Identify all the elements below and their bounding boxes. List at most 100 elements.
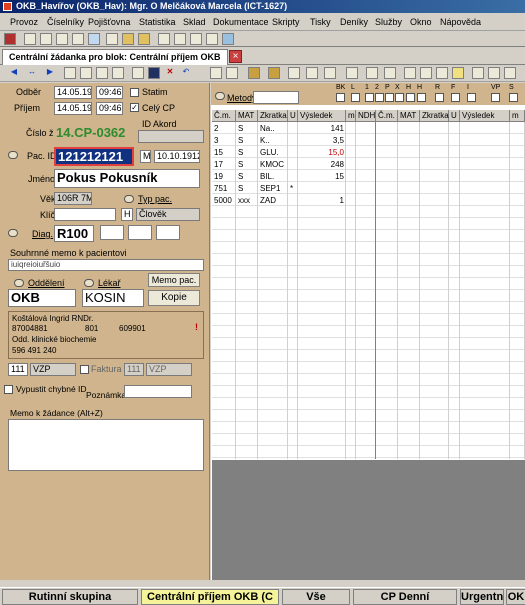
method-flag[interactable]: BK — [336, 84, 345, 91]
lock-icon[interactable] — [4, 33, 16, 45]
export-icon[interactable] — [206, 33, 218, 45]
edit-icon[interactable] — [80, 67, 92, 79]
report-icon[interactable] — [210, 67, 222, 79]
insurance-code-field[interactable]: 111 — [8, 363, 28, 376]
close-tab-button[interactable]: × — [229, 50, 242, 63]
celycp-checkbox[interactable]: ✓ — [130, 103, 139, 112]
menu-provoz[interactable]: Provoz — [10, 17, 38, 27]
copy-icon[interactable] — [96, 67, 108, 79]
method-flag-checkbox[interactable] — [435, 93, 444, 102]
arrow-both-icon[interactable]: ↔ — [26, 67, 38, 79]
search-icon[interactable] — [404, 67, 416, 79]
grid-header-cell[interactable]: Zkratka — [420, 110, 449, 122]
copy-button[interactable]: Kopie — [148, 290, 200, 306]
memo-patient-button[interactable]: Memo pac. — [148, 273, 200, 287]
tab-central-request[interactable]: Centrální žádanka pro blok: Centrální př… — [2, 49, 228, 65]
patient-id-field[interactable]: 121212121 — [54, 147, 134, 166]
list-edit-icon[interactable] — [324, 67, 336, 79]
list-icon[interactable] — [72, 33, 84, 45]
patient-name-field[interactable]: Pokus Pokusník — [54, 169, 200, 188]
stats-icon[interactable] — [226, 67, 238, 79]
doc-icon[interactable] — [174, 33, 186, 45]
method-flag-checkbox[interactable] — [467, 93, 476, 102]
chart-edit-icon[interactable] — [132, 67, 144, 79]
form-icon[interactable] — [56, 33, 68, 45]
new-record-icon[interactable] — [64, 67, 76, 79]
method-flag[interactable]: R — [435, 84, 440, 91]
method-flag[interactable]: I — [467, 84, 469, 91]
money-bag-icon[interactable] — [248, 67, 260, 79]
arrow-left-icon[interactable]: ◀ — [8, 67, 20, 79]
grid-header-cell[interactable]: MAT — [398, 110, 420, 122]
menu-sklad[interactable]: Sklad — [183, 17, 206, 27]
grid-header-cell[interactable]: m — [510, 110, 525, 122]
diagnosis-field[interactable]: R100 — [54, 225, 94, 242]
idakord-field[interactable] — [138, 130, 204, 143]
prijem-date-field[interactable]: 14.05.19 — [54, 102, 92, 115]
doctor-field[interactable]: KOSIN — [82, 289, 144, 307]
money-icon[interactable] — [122, 33, 134, 45]
arrow-right-icon[interactable]: ▶ — [44, 67, 56, 79]
grid-header-cell[interactable]: m — [346, 110, 356, 122]
sex-field[interactable]: M — [140, 150, 151, 163]
vypustit-checkbox[interactable] — [4, 385, 13, 394]
menu-ciselniky[interactable]: Číselníky — [47, 17, 84, 27]
print-icon[interactable] — [158, 33, 170, 45]
method-flag[interactable]: X — [395, 84, 400, 91]
menu-statistika[interactable]: Statistika — [139, 17, 176, 27]
key-field[interactable] — [54, 208, 116, 221]
method-flag[interactable]: H — [406, 84, 411, 91]
request-memo-field[interactable] — [8, 419, 204, 471]
undo-icon[interactable]: ↶ — [180, 67, 192, 79]
method-flag-checkbox[interactable] — [365, 93, 374, 102]
faktura-checkbox[interactable] — [80, 365, 89, 374]
sack-icon[interactable] — [268, 67, 280, 79]
docs-icon[interactable] — [488, 67, 500, 79]
status-all[interactable]: Vše — [282, 589, 350, 605]
method-flag[interactable]: L — [351, 84, 355, 91]
method-flag[interactable]: 2 — [375, 84, 379, 91]
birth-date-field[interactable]: 10.10.1912 — [154, 150, 200, 163]
calendar-icon[interactable] — [24, 33, 36, 45]
menu-dokumentace[interactable]: Dokumentace — [213, 17, 269, 27]
status-routine-group[interactable]: Rutinní skupina — [2, 589, 138, 605]
menu-okno[interactable]: Okno — [410, 17, 432, 27]
status-cp-daily[interactable]: CP Denní — [353, 589, 457, 605]
status-ok[interactable]: OK — [506, 589, 525, 605]
method-flag[interactable]: P — [385, 84, 390, 91]
method-flag-checkbox[interactable] — [451, 93, 460, 102]
grid-header-cell[interactable]: MAT — [236, 110, 258, 122]
arrow-icon[interactable] — [504, 67, 516, 79]
bag-icon[interactable] — [138, 33, 150, 45]
grid-header-cell[interactable]: NDH — [356, 110, 376, 122]
methods-field[interactable] — [253, 91, 299, 104]
statim-checkbox[interactable] — [130, 88, 139, 97]
method-flag-checkbox[interactable] — [385, 93, 394, 102]
sheet-plus-icon[interactable] — [384, 67, 396, 79]
poznamka-field[interactable] — [124, 385, 192, 398]
method-flag-checkbox[interactable] — [336, 93, 345, 102]
flask-icon[interactable] — [472, 67, 484, 79]
type-code-field[interactable]: H — [121, 208, 133, 221]
method-flag-checkbox[interactable] — [406, 93, 415, 102]
refresh-icon[interactable] — [306, 67, 318, 79]
grid-header-cell[interactable]: Výsledek — [298, 110, 346, 122]
grid-header-cell[interactable]: U — [449, 110, 460, 122]
folder-icon[interactable] — [452, 67, 464, 79]
hook-icon[interactable] — [288, 67, 300, 79]
status-central-intake[interactable]: Centrální příjem OKB (C — [141, 589, 279, 605]
grid-header-cell[interactable]: U — [288, 110, 298, 122]
method-flag-checkbox[interactable] — [491, 93, 500, 102]
method-flag[interactable]: H — [417, 84, 422, 91]
menu-pojistovna[interactable]: Pojišťovna — [88, 17, 130, 27]
method-flag-checkbox[interactable] — [351, 93, 360, 102]
odber-time-field[interactable]: 09:46 — [96, 86, 123, 99]
method-flag[interactable]: F — [451, 84, 455, 91]
method-flag-checkbox[interactable] — [375, 93, 384, 102]
diagnosis-field-2[interactable] — [100, 225, 124, 240]
diagnosis-field-3[interactable] — [128, 225, 152, 240]
cloud-icon[interactable] — [420, 67, 432, 79]
delete-icon[interactable]: ✕ — [164, 67, 176, 79]
tools-icon[interactable] — [106, 33, 118, 45]
menu-tisky[interactable]: Tisky — [310, 17, 331, 27]
